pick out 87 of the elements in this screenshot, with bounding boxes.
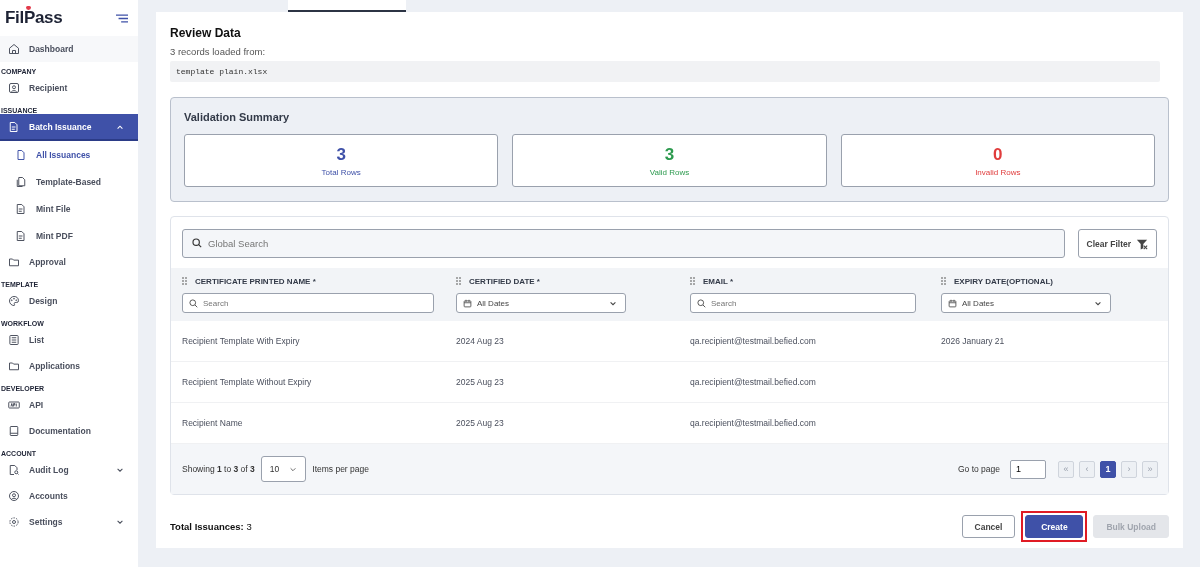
drag-handle-icon[interactable] xyxy=(456,277,461,285)
sidebar-item[interactable]: List xyxy=(0,327,138,353)
date-filter-dropdown[interactable]: All Dates xyxy=(941,293,1111,313)
document-icon xyxy=(8,120,20,133)
sidebar-item[interactable]: Applications xyxy=(0,353,138,379)
date-filter-dropdown[interactable]: All Dates xyxy=(456,293,626,313)
go-to-page-label: Go to page xyxy=(957,464,1000,474)
tab[interactable] xyxy=(288,0,406,12)
files-icon xyxy=(15,175,27,188)
search-icon xyxy=(697,298,706,308)
table-cell: qa.recipient@testmail.befied.com xyxy=(690,336,816,346)
stat-label: Total Rows xyxy=(321,167,361,177)
search-icon xyxy=(192,238,202,248)
palette-icon xyxy=(8,295,20,307)
stat-value: 0 xyxy=(993,144,1003,165)
list-icon xyxy=(8,334,20,346)
sidebar-item[interactable]: Settings xyxy=(0,509,138,535)
sidebar-subitem[interactable]: Mint PDF xyxy=(0,222,138,249)
column-search-field[interactable]: Search xyxy=(182,293,434,313)
sidebar-item[interactable]: Design xyxy=(0,288,138,314)
page-size-label: Items per page xyxy=(312,464,369,474)
stat-label: Invalid Rows xyxy=(975,167,1021,177)
sidebar-item[interactable]: Dashboard xyxy=(0,36,138,62)
api-icon xyxy=(8,399,20,411)
chevron-down-icon xyxy=(609,300,617,306)
chevron-down-icon xyxy=(1094,300,1102,306)
page-size-dropdown[interactable]: 10 xyxy=(260,456,307,482)
column-search-field[interactable]: Search xyxy=(690,293,916,313)
table-cell: Recipient Template Without Expiry xyxy=(182,377,312,387)
menu-icon[interactable] xyxy=(116,13,128,23)
calendar-icon xyxy=(463,298,472,308)
user-circle-icon xyxy=(8,490,20,502)
chevron-down-icon xyxy=(289,466,298,472)
records-text: 3 records loaded from: xyxy=(170,46,267,57)
sidebar-item[interactable]: Recipient xyxy=(0,75,138,101)
panel-title: Validation Summary xyxy=(184,111,291,123)
table-cell: 2026 January 21 xyxy=(941,336,1005,346)
sidebar-item[interactable]: API xyxy=(0,392,138,418)
book-icon xyxy=(8,425,20,437)
table-cell: Recipient Template With Expiry xyxy=(182,336,300,346)
search-icon xyxy=(189,298,198,308)
drag-handle-icon[interactable] xyxy=(182,277,187,285)
file-icon xyxy=(15,148,27,161)
sidebar-subitem[interactable]: Mint File xyxy=(0,195,138,222)
stat-value: 3 xyxy=(664,144,675,165)
sidebar-item[interactable]: Approval xyxy=(0,249,138,275)
drag-handle-icon[interactable] xyxy=(941,277,946,285)
person-icon xyxy=(8,82,20,94)
action-button[interactable]: Create xyxy=(1025,515,1084,538)
total-issuances: Total Issuances: 3 xyxy=(170,521,252,532)
sidebar-item[interactable]: Documentation xyxy=(0,418,138,444)
stat-label: Valid Rows xyxy=(649,167,690,177)
filter-off-icon xyxy=(1136,237,1148,250)
table-cell: qa.recipient@testmail.befied.com xyxy=(690,418,816,428)
table-cell: 2024 Aug 23 xyxy=(456,336,504,346)
table-cell: 2025 Aug 23 xyxy=(456,418,504,428)
sidebar-item[interactable]: Batch Issuance xyxy=(0,114,138,141)
table-cell: Recipient Name xyxy=(182,418,243,428)
column-header[interactable]: CERTIFICATE PRINTED NAME * xyxy=(195,276,316,286)
folder-icon xyxy=(8,360,20,372)
sidebar-subitem[interactable]: Template-Based xyxy=(0,168,138,195)
folder-icon xyxy=(8,256,20,268)
sidebar-item[interactable]: Accounts xyxy=(0,483,138,509)
table-cell: qa.recipient@testmail.befied.com xyxy=(690,377,816,387)
house-icon xyxy=(8,43,20,55)
global-search-field[interactable]: Global Search xyxy=(182,229,1065,258)
document-icon xyxy=(15,202,27,215)
column-header[interactable]: EMAIL * xyxy=(703,276,734,286)
results-summary: Showing 1 to 3 of 3 xyxy=(182,464,255,474)
stat-value: 3 xyxy=(336,144,346,165)
gear-icon xyxy=(8,516,20,528)
logo[interactable]: FilPass xyxy=(5,8,63,28)
drag-handle-icon[interactable] xyxy=(690,277,695,285)
column-header[interactable]: CERTIFIED DATE * xyxy=(469,276,540,286)
sidebar-subitem[interactable]: All Issuances xyxy=(0,141,138,168)
file-name: template plain.xlsx xyxy=(170,61,1160,82)
page-button[interactable]: 1 xyxy=(1100,460,1116,478)
clear-filter-button[interactable]: Clear Filter xyxy=(1077,229,1157,258)
page-title: Review Data xyxy=(170,26,242,40)
sidebar-item[interactable]: Audit Log xyxy=(0,457,138,483)
document-search-icon xyxy=(8,464,20,476)
column-header[interactable]: EXPIRY DATE(OPTIONAL) xyxy=(954,276,1053,286)
table-cell: 2025 Aug 23 xyxy=(456,377,504,387)
document-icon xyxy=(15,229,27,242)
calendar-icon xyxy=(948,298,957,308)
action-button[interactable]: Cancel xyxy=(961,515,1016,538)
page-number-field[interactable]: 1 xyxy=(1010,459,1046,479)
